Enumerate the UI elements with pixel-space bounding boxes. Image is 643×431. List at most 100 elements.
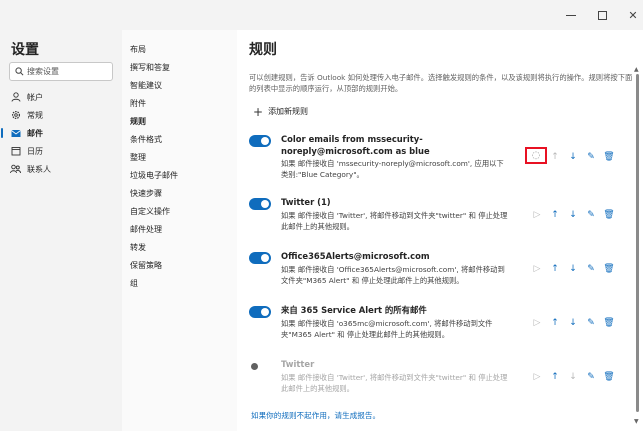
nav-item-attachments[interactable]: 附件 [130, 98, 146, 112]
run-rule-button[interactable]: ▷ [530, 370, 544, 384]
close-button[interactable]: ✕ [617, 0, 643, 30]
edit-rule-button[interactable]: ✎ [584, 150, 598, 164]
rule-description: 如果 邮件接收自 'Office365Alerts@microsoft.com'… [281, 265, 505, 285]
rule-toggle[interactable] [249, 135, 271, 147]
rule-actions: ◌ ↑ ↓ ✎ 🗑 [525, 147, 626, 164]
play-icon: ▷ [533, 210, 541, 220]
rule-actions: ▷ ↑ ↓ ✎ 🗑 [530, 208, 626, 222]
rule-toggle[interactable] [249, 360, 271, 372]
delete-rule-button[interactable]: 🗑 [602, 150, 616, 164]
minimize-button[interactable] [555, 0, 587, 30]
plus-icon: + [253, 104, 264, 119]
rule-toggle[interactable] [249, 306, 271, 318]
nav-item-quick-steps[interactable]: 快速步骤 [130, 188, 162, 202]
scrollbar-thumb[interactable] [636, 74, 639, 412]
nav-item-sweep[interactable]: 整理 [130, 152, 146, 166]
rule-description: 如果 邮件接收自 'o365mc@microsoft.com', 将邮件移动到文… [281, 319, 493, 339]
rule-actions: ▷ ↑ ↓ ✎ 🗑 [530, 316, 626, 330]
category-general[interactable]: 常规 [0, 106, 122, 124]
run-rule-button[interactable]: ▷ [530, 316, 544, 330]
scroll-up-arrow-icon[interactable]: ▲ [634, 66, 639, 73]
category-calendar[interactable]: 日历 [0, 142, 122, 160]
people-icon [10, 164, 21, 175]
settings-sidebar: 设置 帐户 常规 邮件 日历 联系人 [0, 30, 122, 431]
play-icon: ▷ [533, 264, 541, 274]
nav-item-forwarding[interactable]: 转发 [130, 242, 146, 256]
edit-rule-button[interactable]: ✎ [584, 208, 598, 222]
move-down-button[interactable]: ↓ [566, 208, 580, 222]
window-titlebar: ✕ [0, 0, 643, 30]
nav-item-groups[interactable]: 组 [130, 278, 138, 292]
settings-search[interactable] [9, 62, 113, 81]
toggle-knob [261, 308, 269, 316]
minimize-icon [566, 14, 576, 16]
delete-rule-button[interactable]: 🗑 [602, 370, 616, 384]
pencil-icon: ✎ [587, 318, 595, 328]
run-rule-button[interactable]: ▷ [530, 208, 544, 222]
category-label: 常规 [27, 110, 43, 120]
arrow-up-icon: ↑ [551, 264, 559, 274]
nav-item-junk-email[interactable]: 垃圾电子邮件 [130, 170, 178, 184]
maximize-button[interactable] [586, 0, 618, 30]
nav-item-compose[interactable]: 撰写和答复 [130, 62, 170, 76]
rule-toggle[interactable] [249, 198, 271, 210]
trash-icon: 🗑 [603, 372, 615, 382]
rules-panel: 规则 可以创建规则，告诉 Outlook 如何处理传入电子邮件。选择触发规则的条… [237, 30, 643, 431]
category-label: 联系人 [27, 164, 51, 174]
category-mail[interactable]: 邮件 [0, 124, 122, 142]
arrow-down-icon: ↓ [569, 264, 577, 274]
move-down-button[interactable]: ↓ [566, 262, 580, 276]
nav-item-layout[interactable]: 布局 [130, 44, 146, 58]
category-label: 邮件 [27, 128, 43, 138]
pencil-icon: ✎ [587, 264, 595, 274]
delete-rule-button[interactable]: 🗑 [602, 262, 616, 276]
move-up-button[interactable]: ↑ [548, 150, 562, 164]
nav-item-smart-suggestions[interactable]: 智能建议 [130, 80, 162, 94]
settings-search-input[interactable] [27, 67, 107, 76]
edit-rule-button[interactable]: ✎ [584, 262, 598, 276]
rule-name: 来自 365 Service Alert 的所有邮件 [281, 305, 427, 315]
edit-rule-button[interactable]: ✎ [584, 370, 598, 384]
rule-toggle[interactable] [249, 252, 271, 264]
delete-rule-button[interactable]: 🗑 [602, 208, 616, 222]
toggle-knob [261, 200, 269, 208]
nav-item-conditional-formatting[interactable]: 条件格式 [130, 134, 162, 148]
edit-rule-button[interactable]: ✎ [584, 316, 598, 330]
add-rule-button[interactable]: + 添加新规则 [253, 104, 308, 119]
arrow-up-icon: ↑ [551, 210, 559, 220]
nav-item-rules[interactable]: 规则 [130, 116, 146, 130]
run-rule-button[interactable]: ▷ [530, 262, 544, 276]
category-account[interactable]: 帐户 [0, 88, 122, 106]
pencil-icon: ✎ [587, 210, 595, 220]
maximize-icon [597, 10, 607, 20]
category-label: 帐户 [27, 92, 43, 102]
rule-actions: ▷ ↑ ↓ ✎ 🗑 [530, 370, 626, 384]
nav-item-message-handling[interactable]: 邮件处理 [130, 224, 162, 238]
run-rule-button[interactable]: ◌ [525, 147, 547, 164]
generate-report-link[interactable]: 如果你的规则不起作用，请生成报告。 [251, 410, 380, 421]
toggle-knob [251, 363, 258, 370]
nav-item-retention-policies[interactable]: 保留策略 [130, 260, 162, 274]
move-down-button[interactable]: ↓ [566, 150, 580, 164]
arrow-up-icon: ↑ [551, 152, 559, 162]
move-up-button[interactable]: ↑ [548, 370, 562, 384]
rule-name: Color emails from mssecurity-noreply@mic… [281, 134, 430, 156]
gear-icon [10, 110, 21, 121]
nav-item-custom-actions[interactable]: 自定义操作 [130, 206, 170, 220]
delete-rule-button[interactable]: 🗑 [602, 316, 616, 330]
move-up-button[interactable]: ↑ [548, 262, 562, 276]
move-down-button[interactable]: ↓ [566, 316, 580, 330]
category-contacts[interactable]: 联系人 [0, 160, 122, 178]
move-up-button[interactable]: ↑ [548, 316, 562, 330]
toggle-knob [261, 254, 269, 262]
trash-icon: 🗑 [603, 152, 615, 162]
scroll-down-arrow-icon[interactable]: ▼ [634, 418, 639, 425]
move-down-button[interactable]: ↓ [566, 370, 580, 384]
rule-description: 如果 邮件接收自 'mssecurity-noreply@microsoft.c… [281, 159, 504, 179]
page-title: 规则 [249, 42, 277, 58]
mail-settings-nav: 布局 撰写和答复 智能建议 附件 规则 条件格式 整理 垃圾电子邮件 快速步骤 … [122, 30, 237, 431]
rule-description: 如果 邮件接收自 'Twitter', 将邮件移动到文件夹"twitter" 和… [281, 211, 508, 231]
rule-name: Twitter (1) [281, 197, 331, 207]
arrow-down-icon: ↓ [569, 210, 577, 220]
move-up-button[interactable]: ↑ [548, 208, 562, 222]
